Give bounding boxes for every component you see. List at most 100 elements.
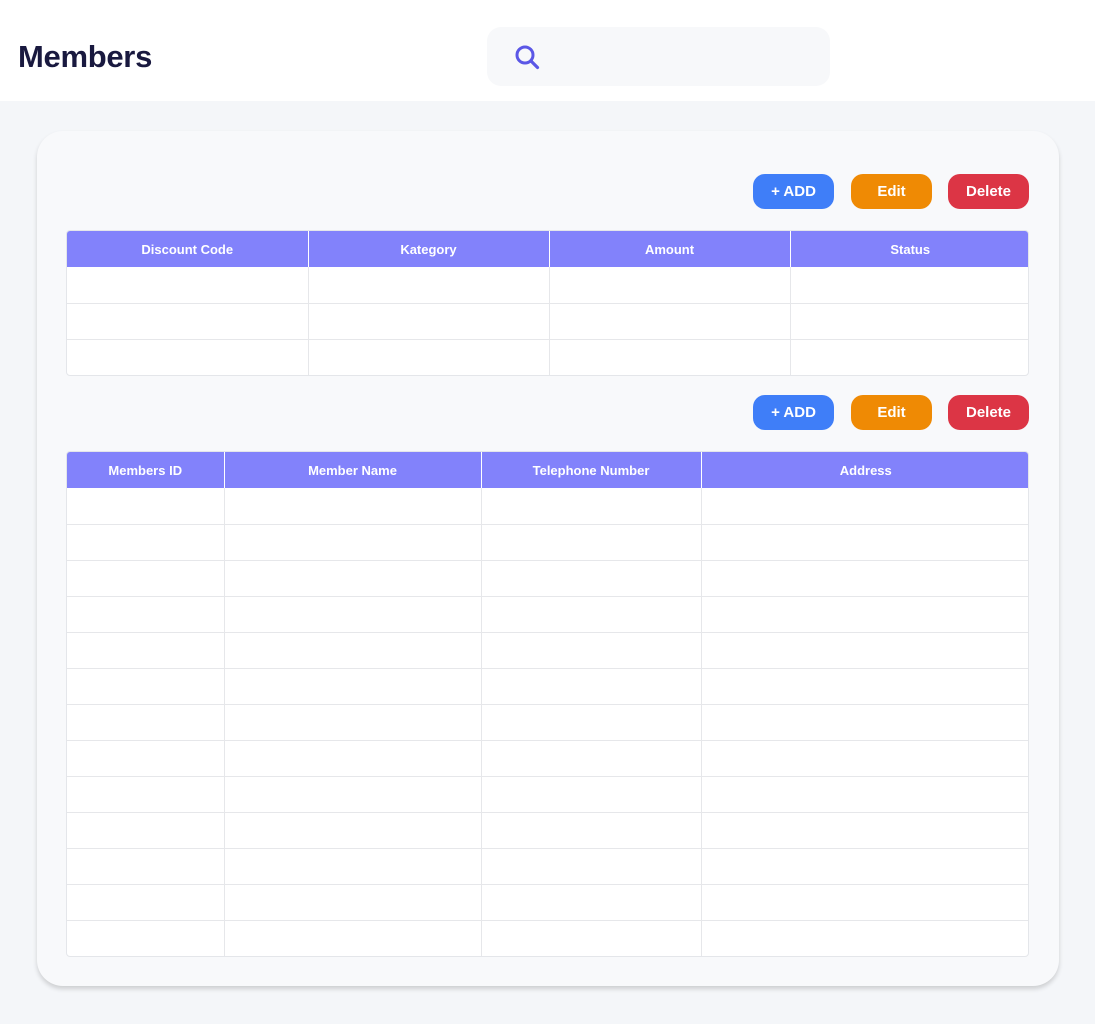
table-cell[interactable]	[67, 523, 225, 560]
table-cell[interactable]	[67, 559, 225, 596]
table-cell[interactable]	[67, 631, 225, 668]
table-cell[interactable]	[224, 559, 482, 596]
discount-add-button[interactable]: + ADD	[753, 174, 834, 209]
table-cell[interactable]	[224, 847, 482, 884]
search-box[interactable]	[487, 27, 830, 86]
table-cell[interactable]	[481, 883, 702, 920]
table-cell[interactable]	[790, 338, 1028, 375]
table-cell[interactable]	[481, 631, 702, 668]
table-cell[interactable]	[481, 667, 702, 704]
table-cell[interactable]	[701, 847, 1028, 884]
members-delete-button[interactable]: Delete	[948, 395, 1029, 430]
table-cell[interactable]	[224, 667, 482, 704]
table-cell[interactable]	[481, 523, 702, 560]
table-row[interactable]	[67, 739, 1028, 776]
table-cell[interactable]	[481, 488, 702, 524]
table-cell[interactable]	[701, 703, 1028, 740]
search-icon[interactable]	[514, 44, 540, 70]
table-cell[interactable]	[67, 488, 225, 524]
table-row[interactable]	[67, 559, 1028, 596]
table-cell[interactable]	[701, 559, 1028, 596]
column-header-address[interactable]: Address	[701, 452, 1028, 488]
table-cell[interactable]	[701, 488, 1028, 524]
table-cell[interactable]	[701, 631, 1028, 668]
table-cell[interactable]	[224, 523, 482, 560]
table-cell[interactable]	[549, 338, 791, 375]
table-cell[interactable]	[701, 883, 1028, 920]
table-cell[interactable]	[67, 739, 225, 776]
table-cell[interactable]	[224, 739, 482, 776]
table-row[interactable]	[67, 703, 1028, 740]
table-cell[interactable]	[481, 559, 702, 596]
table-row[interactable]	[67, 595, 1028, 632]
table-cell[interactable]	[224, 919, 482, 956]
table-cell[interactable]	[224, 883, 482, 920]
table-cell[interactable]	[67, 703, 225, 740]
column-header-member-name[interactable]: Member Name	[224, 452, 482, 488]
table-cell[interactable]	[701, 775, 1028, 812]
table-cell[interactable]	[224, 631, 482, 668]
table-row[interactable]	[67, 775, 1028, 812]
column-header-telephone-number[interactable]: Telephone Number	[481, 452, 702, 488]
table-cell[interactable]	[224, 703, 482, 740]
table-cell[interactable]	[67, 595, 225, 632]
table-row[interactable]	[67, 488, 1028, 524]
table-cell[interactable]	[224, 595, 482, 632]
table-row[interactable]	[67, 667, 1028, 704]
table-cell[interactable]	[481, 847, 702, 884]
table-cell[interactable]	[224, 775, 482, 812]
table-cell[interactable]	[67, 302, 309, 339]
table-cell[interactable]	[701, 919, 1028, 956]
table-row[interactable]	[67, 302, 1028, 339]
table-cell[interactable]	[549, 302, 791, 339]
column-header-kategory[interactable]: Kategory	[308, 231, 550, 267]
table-row[interactable]	[67, 883, 1028, 920]
table-cell[interactable]	[308, 302, 550, 339]
table-row[interactable]	[67, 811, 1028, 848]
discount-table-header: Discount Code Kategory Amount Status	[67, 231, 1028, 267]
table-cell[interactable]	[67, 811, 225, 848]
discount-edit-button[interactable]: Edit	[851, 174, 932, 209]
table-row[interactable]	[67, 847, 1028, 884]
table-cell[interactable]	[790, 267, 1028, 303]
column-header-status[interactable]: Status	[790, 231, 1028, 267]
table-row[interactable]	[67, 631, 1028, 668]
members-add-button[interactable]: + ADD	[753, 395, 834, 430]
table-cell[interactable]	[481, 739, 702, 776]
table-cell[interactable]	[481, 775, 702, 812]
column-header-members-id[interactable]: Members ID	[67, 452, 225, 488]
table-cell[interactable]	[224, 488, 482, 524]
table-row[interactable]	[67, 523, 1028, 560]
members-table-header: Members ID Member Name Telephone Number …	[67, 452, 1028, 488]
table-cell[interactable]	[67, 847, 225, 884]
discount-delete-button[interactable]: Delete	[948, 174, 1029, 209]
table-cell[interactable]	[790, 302, 1028, 339]
table-cell[interactable]	[481, 919, 702, 956]
table-row[interactable]	[67, 338, 1028, 375]
table-cell[interactable]	[308, 338, 550, 375]
table-cell[interactable]	[67, 775, 225, 812]
table-cell[interactable]	[481, 595, 702, 632]
table-cell[interactable]	[308, 267, 550, 303]
discount-table: Discount Code Kategory Amount Status	[66, 230, 1029, 376]
table-cell[interactable]	[67, 883, 225, 920]
table-cell[interactable]	[67, 919, 225, 956]
table-cell[interactable]	[481, 811, 702, 848]
column-header-amount[interactable]: Amount	[549, 231, 791, 267]
table-cell[interactable]	[701, 811, 1028, 848]
search-input[interactable]	[551, 35, 815, 78]
table-cell[interactable]	[481, 703, 702, 740]
table-cell[interactable]	[549, 267, 791, 303]
table-cell[interactable]	[701, 667, 1028, 704]
table-cell[interactable]	[67, 267, 309, 303]
table-cell[interactable]	[701, 595, 1028, 632]
table-cell[interactable]	[67, 667, 225, 704]
members-edit-button[interactable]: Edit	[851, 395, 932, 430]
table-cell[interactable]	[67, 338, 309, 375]
table-row[interactable]	[67, 267, 1028, 303]
column-header-discount-code[interactable]: Discount Code	[67, 231, 309, 267]
table-cell[interactable]	[224, 811, 482, 848]
table-cell[interactable]	[701, 523, 1028, 560]
table-row[interactable]	[67, 919, 1028, 956]
table-cell[interactable]	[701, 739, 1028, 776]
